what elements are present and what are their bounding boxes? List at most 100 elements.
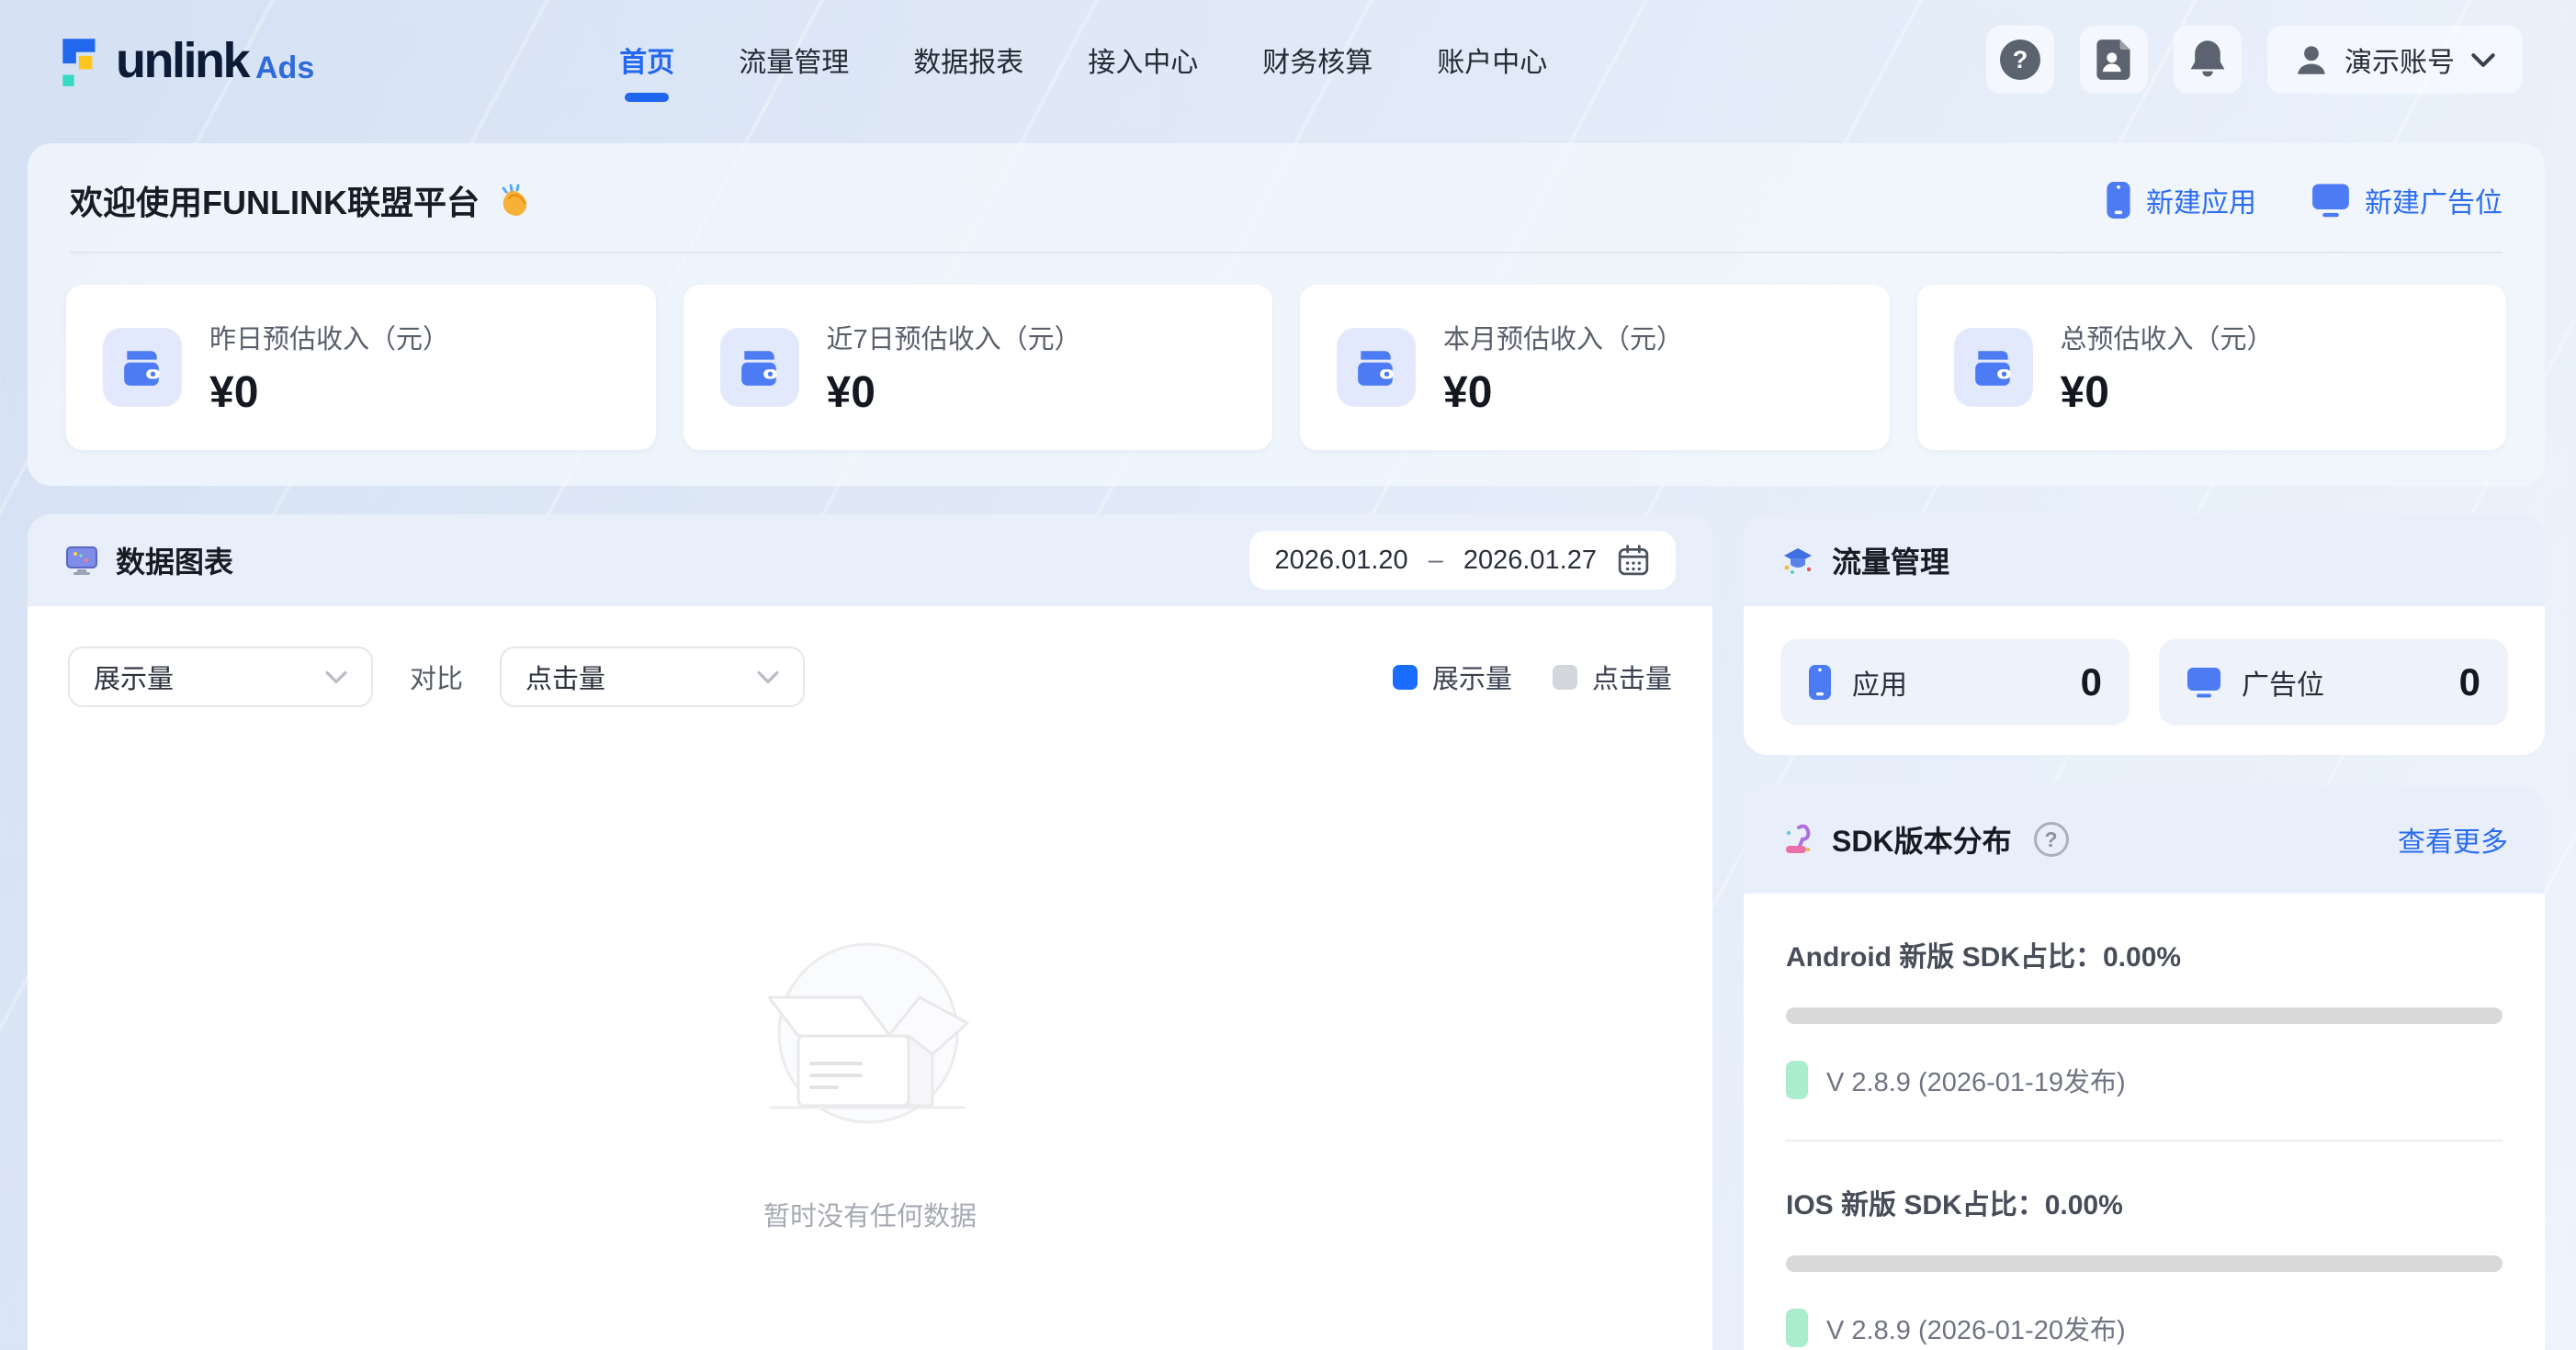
document-button[interactable] <box>2080 26 2148 94</box>
placements-tile[interactable]: 广告位 0 <box>2159 639 2508 726</box>
help-icon: ? <box>2000 39 2040 80</box>
secondary-metric-value: 点击量 <box>525 658 605 696</box>
sdk-panel-title-text: SDK版本分布 <box>1832 818 2012 861</box>
legend-swatch-impressions <box>1393 665 1418 690</box>
placements-tile-value: 0 <box>2459 660 2480 704</box>
legend-item-clicks[interactable]: 点击量 <box>1553 658 1672 696</box>
new-app-label: 新建应用 <box>2146 180 2256 220</box>
wallet-icon <box>1972 347 2016 388</box>
account-menu[interactable]: 演示账号 <box>2267 26 2523 94</box>
chart-controls: 展示量 对比 点击量 <box>68 647 1672 707</box>
main-content: 数据图表 2026.01.20 – 2026.01.27 <box>28 514 2545 1350</box>
display-icon <box>2311 183 2350 218</box>
sdk-android-version-text: V 2.8.9 (2026-01-19发布) <box>1826 1061 2126 1099</box>
traffic-panel-header: 流量管理 <box>1744 514 2545 606</box>
stat-card-7day-revenue: 近7日预估收入（元） ¥0 <box>684 285 1273 450</box>
chart-panel-title-text: 数据图表 <box>116 539 233 581</box>
sdk-ios-version-text: V 2.8.9 (2026-01-20发布) <box>1826 1309 2126 1347</box>
user-icon <box>2295 43 2328 76</box>
help-button[interactable]: ? <box>1986 26 2054 94</box>
compare-label: 对比 <box>410 658 463 696</box>
nav-item-label: 数据报表 <box>913 48 1023 78</box>
stat-value: ¥0 <box>827 367 1081 418</box>
header-actions: ? <box>1986 26 2523 94</box>
secondary-metric-select[interactable]: 点击量 <box>500 647 805 707</box>
chevron-down-icon <box>2471 52 2495 68</box>
sdk-help-icon[interactable]: ? <box>2034 822 2069 857</box>
sdk-android-progress-track <box>1786 1007 2503 1024</box>
welcome-card: 欢迎使用FUNLINK联盟平台 新建应用 <box>28 143 2545 486</box>
stat-label: 近7日预估收入（元） <box>827 318 1081 356</box>
legend-item-impressions[interactable]: 展示量 <box>1393 658 1512 696</box>
active-tab-underline <box>625 93 669 102</box>
new-app-button[interactable]: 新建应用 <box>2106 180 2256 220</box>
sdk-version-swatch <box>1786 1061 1808 1099</box>
stat-cards-row: 昨日预估收入（元） ¥0 近7日预估收入（元） ¥0 <box>28 253 2545 450</box>
wallet-icon <box>120 347 164 388</box>
apps-tile-value: 0 <box>2081 660 2102 704</box>
monitor-emoji <box>64 543 99 578</box>
sdk-ios-version-row: V 2.8.9 (2026-01-20发布) <box>1786 1309 2503 1347</box>
chart-panel-header: 数据图表 2026.01.20 – 2026.01.27 <box>28 514 1712 606</box>
brand-logo[interactable]: unlink Ads <box>53 31 314 88</box>
welcome-actions: 新建应用 新建广告位 <box>2106 180 2503 220</box>
funlink-f-mark-icon <box>53 31 110 88</box>
apps-tile-label: 应用 <box>1852 662 1907 703</box>
chevron-down-icon <box>325 670 347 684</box>
wallet-icon-badge <box>720 328 799 407</box>
chart-legend: 展示量 点击量 <box>1393 658 1672 696</box>
primary-metric-select[interactable]: 展示量 <box>68 647 373 707</box>
nav-item-home[interactable]: 首页 <box>617 25 676 95</box>
sdk-ios-label: IOS 新版 SDK占比：0.00% <box>1786 1182 2503 1222</box>
traffic-management-panel: 流量管理 应用 0 <box>1744 514 2545 755</box>
stat-label: 昨日预估收入（元） <box>209 318 449 356</box>
stat-info: 昨日预估收入（元） ¥0 <box>209 318 449 418</box>
bell-icon <box>2188 39 2227 81</box>
date-range-picker[interactable]: 2026.01.20 – 2026.01.27 <box>1249 531 1676 590</box>
chart-panel-body: 展示量 对比 点击量 <box>28 606 1712 1350</box>
sdk-android-label: Android 新版 SDK占比：0.00% <box>1786 934 2503 974</box>
stat-card-yesterday-revenue: 昨日预估收入（元） ¥0 <box>66 285 656 450</box>
phone-icon <box>1808 664 1832 701</box>
new-placement-button[interactable]: 新建广告位 <box>2311 180 2503 220</box>
stat-label: 本月预估收入（元） <box>1443 318 1683 356</box>
notifications-button[interactable] <box>2174 26 2242 94</box>
data-chart-panel: 数据图表 2026.01.20 – 2026.01.27 <box>28 514 1712 1350</box>
nav-item-label: 首页 <box>619 48 674 78</box>
display-icon <box>2186 666 2221 699</box>
right-sidebar: 流量管理 应用 0 <box>1744 514 2545 1350</box>
stat-info: 本月预估收入（元） ¥0 <box>1443 318 1683 418</box>
sdk-panel-header: SDK版本分布 ? 查看更多 <box>1744 785 2545 894</box>
nav-item-traffic[interactable]: 流量管理 <box>737 25 851 95</box>
nav-item-finance[interactable]: 财务核算 <box>1260 25 1374 95</box>
traffic-emoji <box>1780 543 1815 578</box>
stat-info: 近7日预估收入（元） ¥0 <box>827 318 1081 418</box>
nav-item-label: 接入中心 <box>1088 48 1198 78</box>
welcome-header: 欢迎使用FUNLINK联盟平台 新建应用 <box>28 143 2545 224</box>
nav-item-integration[interactable]: 接入中心 <box>1086 25 1200 95</box>
date-range-start: 2026.01.20 <box>1275 546 1408 576</box>
legend-label: 点击量 <box>1592 658 1672 696</box>
apps-tile[interactable]: 应用 0 <box>1780 639 2130 726</box>
brand-wordmark: unlink <box>116 33 248 88</box>
nav-item-label: 流量管理 <box>739 48 849 78</box>
placements-tile-label: 广告位 <box>2242 662 2324 703</box>
sdk-view-more-link[interactable]: 查看更多 <box>2398 819 2508 860</box>
chart-empty-state: 暂时没有任何数据 <box>68 937 1672 1233</box>
clapping-hands-emoji <box>496 182 533 219</box>
stat-card-month-revenue: 本月预估收入（元） ¥0 <box>1300 285 1890 450</box>
nav-item-account[interactable]: 账户中心 <box>1435 25 1549 95</box>
calendar-icon <box>1617 544 1650 577</box>
traffic-panel-title-text: 流量管理 <box>1832 539 1949 581</box>
legend-swatch-clicks <box>1553 665 1577 690</box>
nav-item-label: 账户中心 <box>1437 48 1547 78</box>
nav-item-reports[interactable]: 数据报表 <box>911 25 1025 95</box>
wallet-icon <box>738 347 782 388</box>
legend-label: 展示量 <box>1432 658 1512 696</box>
primary-metric-value: 展示量 <box>94 658 174 696</box>
account-name: 演示账号 <box>2344 39 2455 80</box>
main-nav: 首页 流量管理 数据报表 接入中心 财务核算 账户中心 <box>617 25 1549 95</box>
stat-value: ¥0 <box>209 367 449 418</box>
empty-box-illustration <box>751 937 989 1134</box>
sdk-android-version-row: V 2.8.9 (2026-01-19发布) <box>1786 1061 2503 1099</box>
